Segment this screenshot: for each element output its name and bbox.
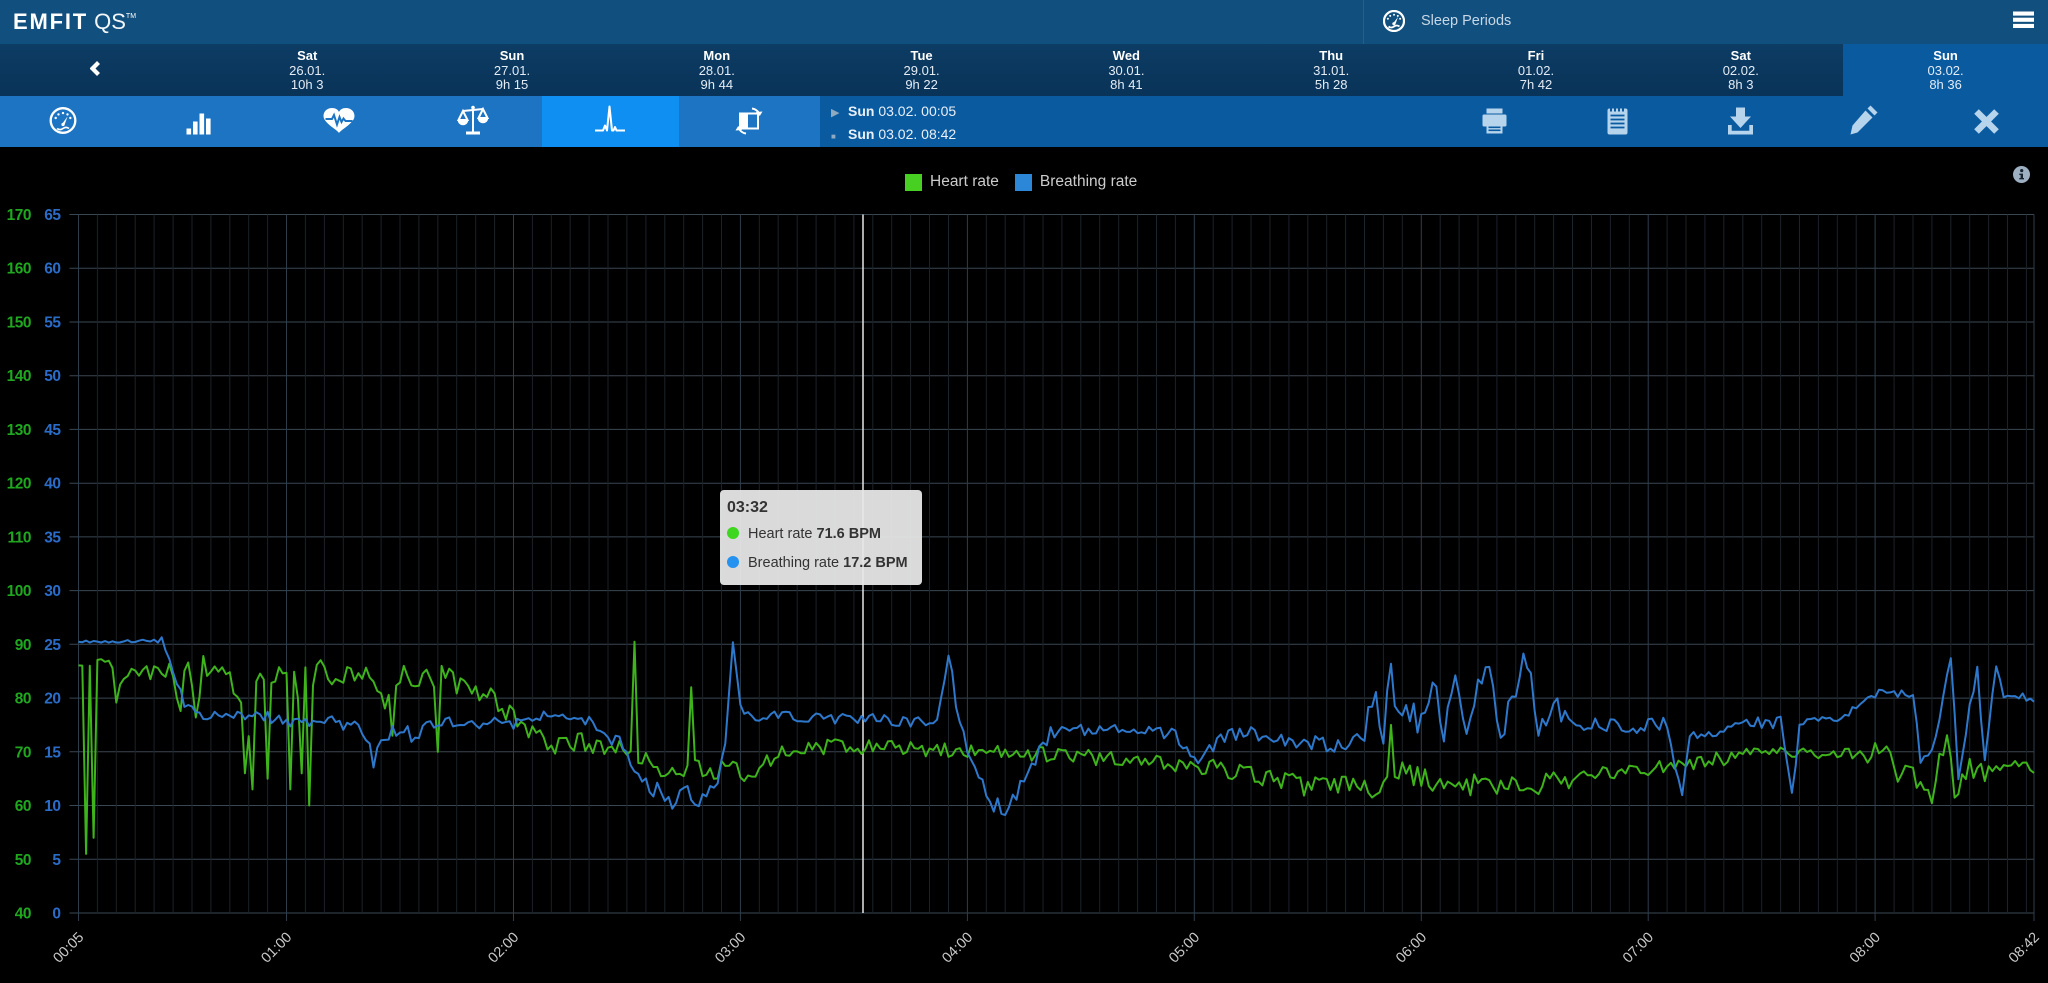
svg-text:110: 110 [7, 529, 31, 546]
svg-text:08:00: 08:00 [1847, 930, 1884, 967]
svg-text:40: 40 [15, 906, 31, 923]
svg-text:45: 45 [44, 422, 61, 439]
svg-text:05:00: 05:00 [1166, 930, 1203, 967]
svg-text:55: 55 [44, 315, 61, 332]
svg-text:5: 5 [52, 852, 61, 869]
svg-text:90: 90 [15, 637, 31, 654]
svg-text:08:42: 08:42 [2006, 930, 2043, 967]
svg-text:80: 80 [15, 691, 31, 708]
svg-text:50: 50 [44, 368, 60, 385]
svg-text:07:00: 07:00 [1620, 930, 1657, 967]
svg-text:06:00: 06:00 [1393, 930, 1430, 967]
svg-text:0: 0 [52, 906, 60, 923]
svg-text:60: 60 [15, 798, 31, 815]
svg-text:120: 120 [7, 476, 31, 493]
svg-text:150: 150 [7, 315, 31, 332]
svg-text:170: 170 [7, 207, 31, 224]
svg-text:130: 130 [7, 422, 31, 439]
svg-text:15: 15 [44, 744, 61, 761]
svg-text:50: 50 [15, 852, 31, 869]
svg-text:30: 30 [44, 583, 60, 600]
svg-text:65: 65 [44, 207, 61, 224]
svg-text:70: 70 [15, 744, 31, 761]
svg-text:20: 20 [44, 691, 60, 708]
svg-text:00:05: 00:05 [50, 930, 87, 967]
svg-text:140: 140 [7, 368, 31, 385]
svg-text:25: 25 [44, 637, 61, 654]
svg-text:02:00: 02:00 [485, 930, 522, 967]
svg-text:03:00: 03:00 [712, 930, 749, 967]
svg-text:60: 60 [44, 261, 60, 278]
svg-text:01:00: 01:00 [258, 930, 295, 967]
svg-text:160: 160 [7, 261, 31, 278]
svg-text:10: 10 [44, 798, 60, 815]
svg-text:100: 100 [7, 583, 31, 600]
svg-text:40: 40 [44, 476, 60, 493]
svg-text:04:00: 04:00 [939, 930, 976, 967]
svg-text:35: 35 [44, 529, 61, 546]
